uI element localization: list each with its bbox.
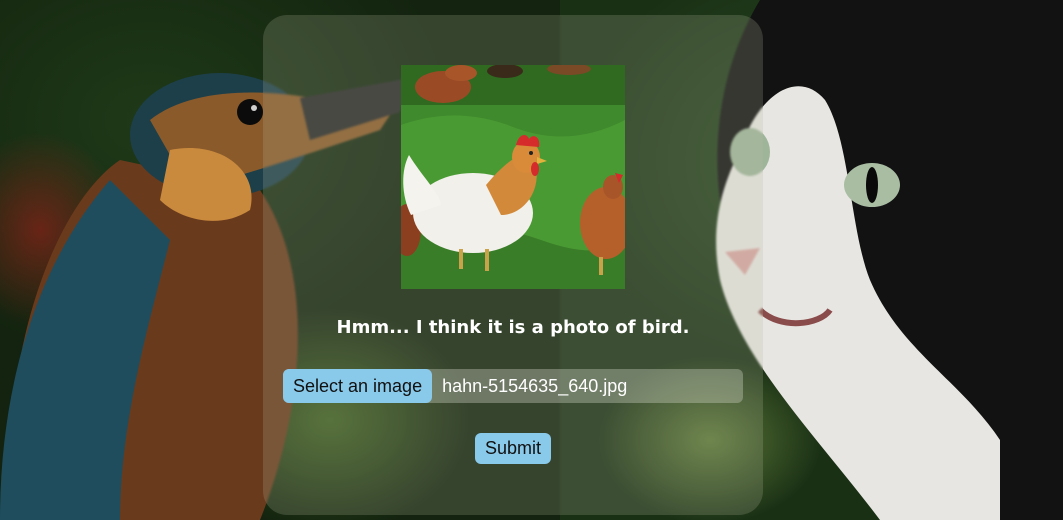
upload-panel: Hmm... I think it is a photo of bird. Se… (263, 15, 763, 515)
select-image-button[interactable]: Select an image (283, 369, 433, 403)
file-input[interactable]: Select an image hahn-5154635_640.jpg (283, 369, 743, 403)
image-preview (401, 65, 625, 289)
page-root: Hmm... I think it is a photo of bird. Se… (0, 0, 1063, 520)
chicken-photo (401, 65, 625, 289)
selected-file-name: hahn-5154635_640.jpg (442, 375, 628, 396)
prediction-text: Hmm... I think it is a photo of bird. (336, 317, 690, 338)
submit-button[interactable]: Submit (475, 433, 552, 464)
